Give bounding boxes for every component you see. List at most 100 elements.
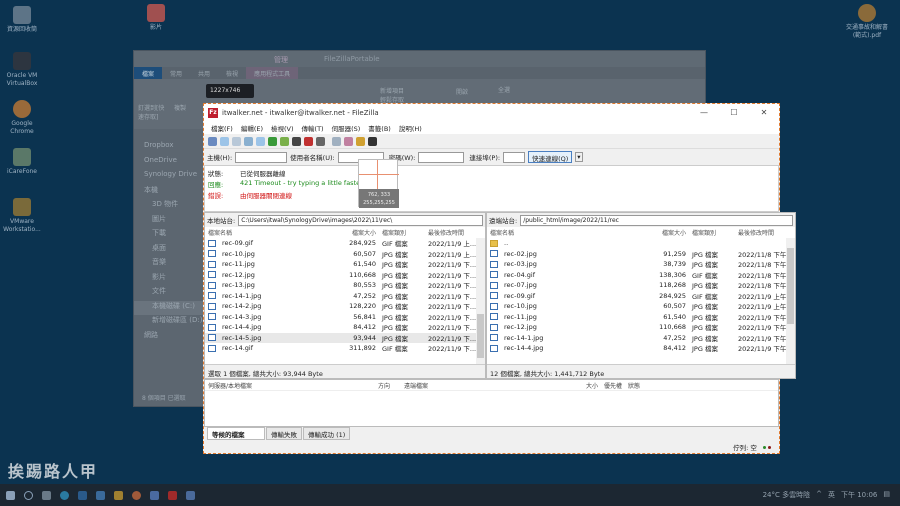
toggle-tree-icon[interactable] [232,136,241,146]
menu-item[interactable]: 檔案(F) [207,121,237,134]
tray-chevron-icon[interactable]: ^ [816,490,822,500]
toggle-log-icon[interactable] [220,136,229,146]
file-explorer-icon[interactable] [114,490,123,500]
nav-item[interactable]: 本機 [134,185,206,200]
nav-item[interactable]: Dropbox [134,141,206,156]
ribbon-tab-share[interactable]: 共用 [190,67,218,79]
store-icon[interactable] [78,490,87,500]
queue-tab[interactable]: 傳輸失敗 [266,427,302,440]
process-queue-icon[interactable] [280,136,289,146]
queue-tab[interactable]: 等候的檔案 [207,427,265,440]
menu-item[interactable]: 伺服器(S) [328,121,365,134]
column-header[interactable]: 檔案類別 [689,228,735,237]
cancel-icon[interactable] [292,136,301,146]
desktop-icon[interactable]: iCareFone [0,148,44,176]
file-row[interactable]: rec-11.jpg 61,540 JPG 檔案 2022/11/9 下... [205,259,485,270]
file-row[interactable]: rec-13.jpg 80,553 JPG 檔案 2022/11/9 下... [205,280,485,291]
reconnect-icon[interactable] [316,136,325,146]
start-icon[interactable] [6,490,15,500]
ribbon-tab-home[interactable]: 常用 [162,67,190,79]
nav-item[interactable]: 圖片 [134,214,206,229]
local-scrollbar[interactable] [476,238,485,364]
file-row[interactable]: rec-14-2.jpg 128,220 JPG 檔案 2022/11/9 下... [205,301,485,312]
queue-column-header[interactable]: 狀態 [625,381,655,390]
column-header[interactable]: 最後修改時間 [425,228,485,237]
queue-tab[interactable]: 傳輸成功 (1) [303,427,351,440]
file-row[interactable]: rec-10.jpg 60,507 JPG 檔案 2022/11/9 上... [205,249,485,260]
remote-scrollbar-thumb[interactable] [787,248,794,324]
directory-filter-icon[interactable] [332,136,341,146]
menu-item[interactable]: 說明(H) [395,121,426,134]
ribbon-pin[interactable]: 釘選到[快速存取] [138,103,168,121]
file-row[interactable]: rec-12.jpg 110,668 JPG 檔案 2022/11/9 下午 [487,322,795,333]
nav-item[interactable]: 網路 [134,330,206,345]
clock[interactable]: 下午 10:06 [841,490,877,500]
column-header[interactable]: 檔案名稱 [487,228,637,237]
file-row[interactable]: rec-12.jpg 110,668 JPG 檔案 2022/11/9 下... [205,270,485,281]
desktop-icon[interactable]: 交通事故和解書(範式).pdf [845,4,889,40]
file-row[interactable]: rec-14-4.jpg 84,412 JPG 檔案 2022/11/9 下午 [487,343,795,354]
host-input[interactable] [235,151,288,163]
port-input[interactable] [503,151,526,163]
file-row[interactable]: rec-07.jpg 118,268 JPG 檔案 2022/11/8 下午 [487,280,795,291]
column-header[interactable]: 最後修改時間 [735,228,795,237]
file-row[interactable]: rec-10.jpg 60,507 JPG 檔案 2022/11/9 上午 [487,301,795,312]
toggle-queue-icon[interactable] [256,136,265,146]
file-row[interactable]: rec-11.jpg 61,540 JPG 檔案 2022/11/9 下午 [487,312,795,323]
password-input[interactable] [418,151,465,163]
ribbon-new-item[interactable]: 新增項目 [380,86,404,95]
local-path-input[interactable]: C:\Users\itwal\SynologyDrive\images\2022… [238,214,483,226]
menu-item[interactable]: 書籤(B) [364,121,395,134]
nav-item[interactable]: 3D 物件 [134,199,206,214]
ribbon-open[interactable]: 開啟 [456,87,468,96]
ribbon-select-all[interactable]: 全選 [498,85,510,94]
desktop-icon[interactable]: VMware Workstatio... [0,198,44,234]
remote-file-list[interactable]: .. rec-02.jpg 91,259 JPG 檔案 2022/11/8 下午 rec-… [487,238,795,364]
file-row[interactable]: .. [487,238,795,249]
ribbon-tab-file[interactable]: 檔案 [134,67,163,79]
file-row[interactable]: rec-14-1.jpg 47,252 JPG 檔案 2022/11/9 下... [205,291,485,302]
nav-item[interactable]: OneDrive [134,156,206,171]
maximize-button[interactable]: ☐ [719,108,749,117]
edge-icon[interactable] [60,490,69,500]
toggle-remote-tree-icon[interactable] [244,136,253,146]
nav-item[interactable]: 影片 [134,272,206,287]
local-file-list[interactable]: rec-09.gif 284,925 GIF 檔案 2022/11/9 上... rec… [205,238,485,364]
filezilla-window[interactable]: Fz itwalker.net - itwalker@itwalker.net … [203,103,796,454]
input-language[interactable]: 英 [828,490,835,500]
remote-path-input[interactable]: /public_html/image/2022/11/rec [520,214,793,226]
column-header[interactable]: 檔案大小 [325,228,379,237]
notifications-icon[interactable]: ▤ [883,490,890,500]
search-icon[interactable] [24,490,33,500]
column-header[interactable]: 檔案大小 [637,228,689,237]
app-icon[interactable] [150,490,159,500]
manage-tab[interactable]: 管理 [274,55,288,65]
desktop-icon[interactable]: 資源回收筒 [0,6,44,34]
queue-column-header[interactable]: 方向 [375,381,401,390]
file-row[interactable]: rec-03.jpg 38,739 JPG 檔案 2022/11/8 下午 [487,259,795,270]
mail-icon[interactable] [96,490,105,500]
queue-column-header[interactable]: 優先權 [601,381,625,390]
file-row[interactable]: rec-14-4.jpg 84,412 JPG 檔案 2022/11/9 下... [205,322,485,333]
file-row[interactable]: rec-14-3.jpg 56,841 JPG 檔案 2022/11/9 下... [205,312,485,323]
desktop-icon[interactable]: 影片 [134,4,178,32]
queue-column-header[interactable]: 伺服器/本地檔案 [205,381,375,390]
site-manager-icon[interactable] [208,136,217,146]
weather[interactable]: 24°C 多雲時陰 [763,490,811,500]
column-header[interactable]: 檔案類別 [379,228,425,237]
desktop-icon[interactable]: Google Chrome [0,100,44,136]
ribbon-tab-view[interactable]: 檢視 [218,67,246,79]
file-row[interactable]: rec-14-1.jpg 47,252 JPG 檔案 2022/11/9 下午 [487,333,795,344]
file-row[interactable]: rec-14-5.jpg 93,944 JPG 檔案 2022/11/9 下... [205,332,485,343]
file-row[interactable]: rec-02.jpg 91,259 JPG 檔案 2022/11/8 下午 [487,249,795,260]
file-row[interactable]: rec-09.gif 284,925 GIF 檔案 2022/11/9 上... [205,238,485,249]
search-icon[interactable] [368,136,377,146]
column-header[interactable]: 檔案名稱 [205,228,325,237]
file-row[interactable]: rec-04.gif 138,306 GIF 檔案 2022/11/8 下午 [487,270,795,281]
file-row[interactable]: rec-14.gif 311,892 GIF 檔案 2022/11/9 下... [205,343,485,354]
nav-item[interactable]: 文件 [134,286,206,301]
snipping-tool-icon[interactable] [186,490,195,500]
menu-item[interactable]: 檢視(V) [267,121,298,134]
close-button[interactable]: ✕ [749,108,779,117]
refresh-icon[interactable] [268,136,277,146]
